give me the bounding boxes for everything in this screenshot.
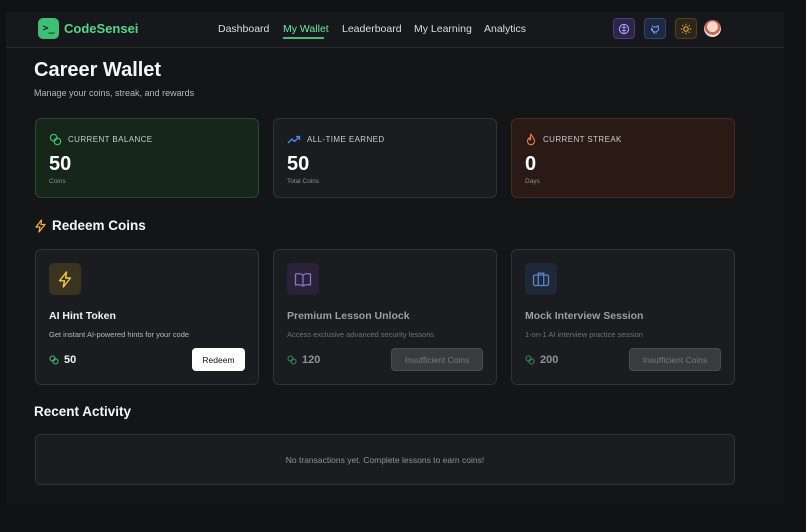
- reward-price-value: 200: [540, 354, 559, 366]
- book-icon: [294, 272, 312, 287]
- brand-logo[interactable]: >_ CodeSensei: [38, 18, 138, 39]
- reward-description: Get instant AI-powered hints for your co…: [49, 330, 190, 339]
- user-avatar[interactable]: [704, 20, 721, 37]
- theme-toggle-button[interactable]: [675, 18, 697, 39]
- coins-icon: [49, 133, 62, 146]
- ai-assistant-button[interactable]: [613, 18, 635, 39]
- coins-icon: [287, 355, 297, 365]
- current-streak-card: CURRENT STREAK 0 Days: [511, 118, 735, 198]
- stat-label: ALL-TIME EARNED: [307, 134, 385, 144]
- brand-name: CodeSensei: [64, 21, 139, 36]
- nav-link-leaderboard[interactable]: Leaderboard: [342, 23, 402, 35]
- redeem-section-header: Redeem Coins: [34, 218, 146, 233]
- reward-price-value: 50: [64, 354, 77, 366]
- reward-price-value: 120: [302, 354, 321, 366]
- reward-price: 120: [287, 354, 320, 366]
- reward-title: Mock Interview Session: [525, 310, 644, 322]
- reward-card-mock-interview-session: Mock Interview Session 1-on-1 AI intervi…: [511, 249, 735, 385]
- stat-value: 0: [525, 153, 537, 175]
- coins-icon: [525, 355, 535, 365]
- page-title: Career Wallet: [34, 59, 162, 81]
- stat-value: 50: [49, 153, 72, 175]
- reward-description: 1-on-1 AI interview practice session: [525, 330, 643, 339]
- reward-icon-tile: [287, 263, 319, 295]
- reward-price: 200: [525, 354, 558, 366]
- insufficient-coins-button[interactable]: Insufficient Coins: [629, 348, 721, 371]
- flame-icon: [526, 133, 536, 146]
- trending-up-icon: [287, 135, 301, 144]
- stat-unit: Coins: [49, 178, 66, 185]
- nav-link-my-learning[interactable]: My Learning: [414, 23, 472, 35]
- stat-value: 50: [287, 153, 310, 175]
- insufficient-coins-button[interactable]: Insufficient Coins: [391, 348, 483, 371]
- reward-description: Access exclusive advanced security lesso…: [287, 330, 435, 339]
- recent-activity-title: Recent Activity: [34, 404, 132, 419]
- stat-label: CURRENT BALANCE: [68, 135, 153, 144]
- github-icon: [650, 24, 660, 34]
- sun-icon: [680, 23, 692, 34]
- nav-link-dashboard[interactable]: Dashboard: [218, 23, 269, 35]
- current-balance-card: CURRENT BALANCE 50 Coins: [35, 118, 259, 198]
- top-navbar: >_ CodeSensei Dashboard My Wallet Leader…: [6, 12, 784, 48]
- app-window: >_ CodeSensei Dashboard My Wallet Leader…: [6, 12, 784, 504]
- brain-icon: [618, 23, 630, 34]
- briefcase-icon: [532, 272, 550, 287]
- reward-icon-tile: [525, 263, 557, 295]
- reward-title: Premium Lesson Unlock: [287, 310, 410, 322]
- stat-label: CURRENT STREAK: [543, 135, 622, 144]
- coins-icon: [49, 355, 59, 365]
- nav-link-my-wallet[interactable]: My Wallet: [283, 23, 329, 35]
- github-button[interactable]: [644, 18, 666, 39]
- lightning-icon: [35, 218, 46, 233]
- all-time-earned-card: ALL-TIME EARNED 50 Total Coins: [273, 118, 497, 198]
- nav-link-analytics[interactable]: Analytics: [484, 23, 526, 35]
- terminal-icon: >_: [38, 18, 59, 39]
- reward-title: AI Hint Token: [49, 310, 116, 322]
- redeem-button[interactable]: Redeem: [192, 348, 245, 371]
- stat-unit: Total Coins: [287, 178, 320, 185]
- reward-price: 50: [49, 354, 76, 366]
- page-subtitle: Manage your coins, streak, and rewards: [34, 88, 195, 98]
- reward-card-premium-lesson-unlock: Premium Lesson Unlock Access exclusive a…: [273, 249, 497, 385]
- stat-unit: Days: [525, 178, 540, 185]
- active-tab-indicator: [283, 37, 324, 39]
- reward-card-ai-hint-token: AI Hint Token Get instant AI-powered hin…: [35, 249, 259, 385]
- empty-state-message: No transactions yet. Complete lessons to…: [285, 454, 485, 465]
- reward-icon-tile: [49, 263, 81, 295]
- lightning-icon: [58, 270, 72, 288]
- recent-activity-empty-state: No transactions yet. Complete lessons to…: [35, 434, 735, 485]
- redeem-section-title: Redeem Coins: [52, 218, 146, 233]
